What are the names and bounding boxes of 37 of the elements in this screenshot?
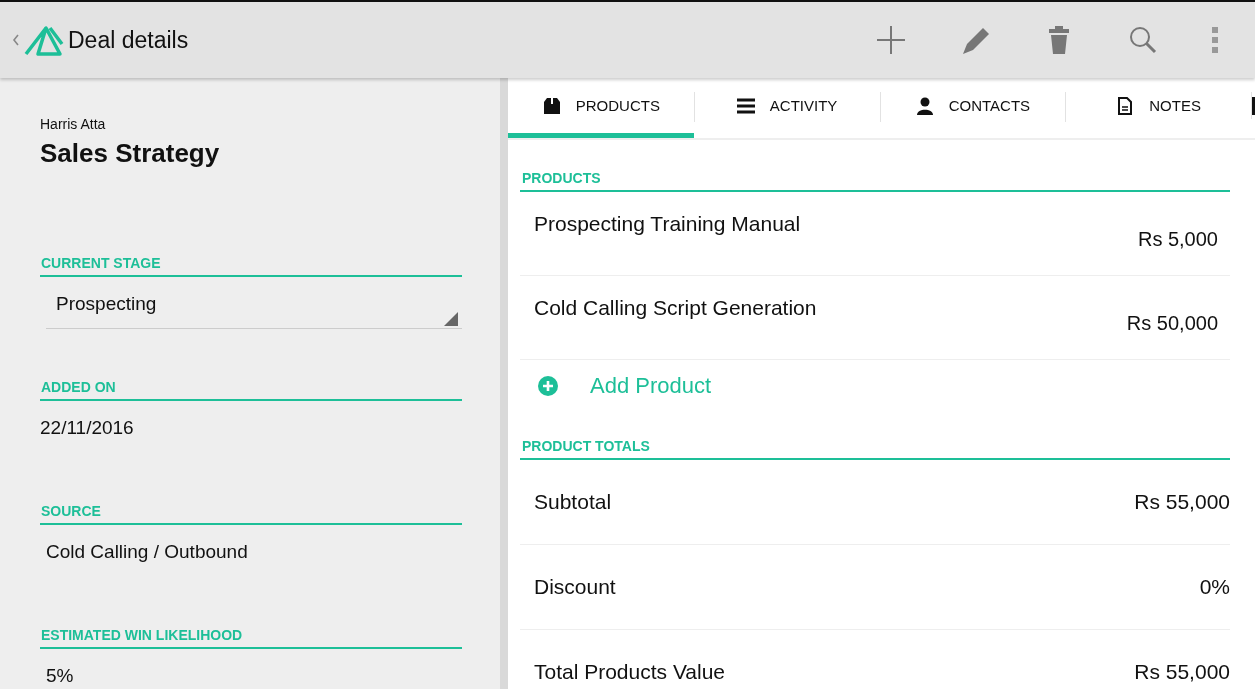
field-label: CURRENT STAGE: [40, 255, 462, 277]
stage-dropdown[interactable]: Prospecting: [46, 285, 462, 329]
box-icon: [541, 95, 562, 116]
plus-circle-icon: [538, 376, 558, 396]
field-label: SOURCE: [40, 503, 462, 525]
add-icon[interactable]: [875, 24, 907, 56]
owner-name: Harris Atta: [40, 116, 107, 132]
field-label: ESTIMATED WIN LIKELIHOOD: [40, 627, 462, 649]
tab[interactable]: NOTES: [1065, 78, 1251, 138]
total-label: Total Products Value: [534, 660, 726, 684]
product-price: Rs 50,000: [1126, 312, 1218, 336]
more-icon[interactable]: [1211, 24, 1219, 56]
field-value: 5%: [46, 665, 75, 687]
product-name: Prospecting Training Manual: [534, 212, 801, 237]
section-heading: PRODUCTS: [520, 154, 1230, 192]
field-value: 22/11/2016: [40, 417, 135, 439]
product-name: Cold Calling Script Generation: [534, 296, 817, 321]
field-value: Cold Calling / Outbound: [46, 541, 249, 563]
tab[interactable]: ACTIVITY: [693, 78, 880, 138]
search-icon[interactable]: [1127, 24, 1159, 56]
screen-title: Deal details: [68, 26, 189, 54]
total-label: Subtotal: [534, 490, 612, 514]
tab[interactable]: PRODUCTS: [508, 78, 694, 138]
total-label: Discount: [534, 575, 616, 599]
total-value: Rs 55,000: [1134, 490, 1230, 514]
dropdown-arrow-icon: [444, 312, 458, 326]
section-heading: PRODUCT TOTALS: [520, 422, 1230, 460]
back-icon[interactable]: [12, 33, 20, 47]
field-label: ADDED ON: [40, 379, 462, 401]
product-price: Rs 5,000: [1137, 228, 1218, 252]
total-value: Rs 55,000: [1134, 660, 1230, 684]
tab-icon[interactable]: [1252, 96, 1255, 115]
tab[interactable]: CONTACTS: [879, 78, 1066, 138]
person-icon: [914, 95, 935, 116]
deal-name: Sales Strategy: [40, 138, 221, 169]
total-value: 0%: [1199, 575, 1230, 599]
logo-icon: [24, 24, 64, 56]
